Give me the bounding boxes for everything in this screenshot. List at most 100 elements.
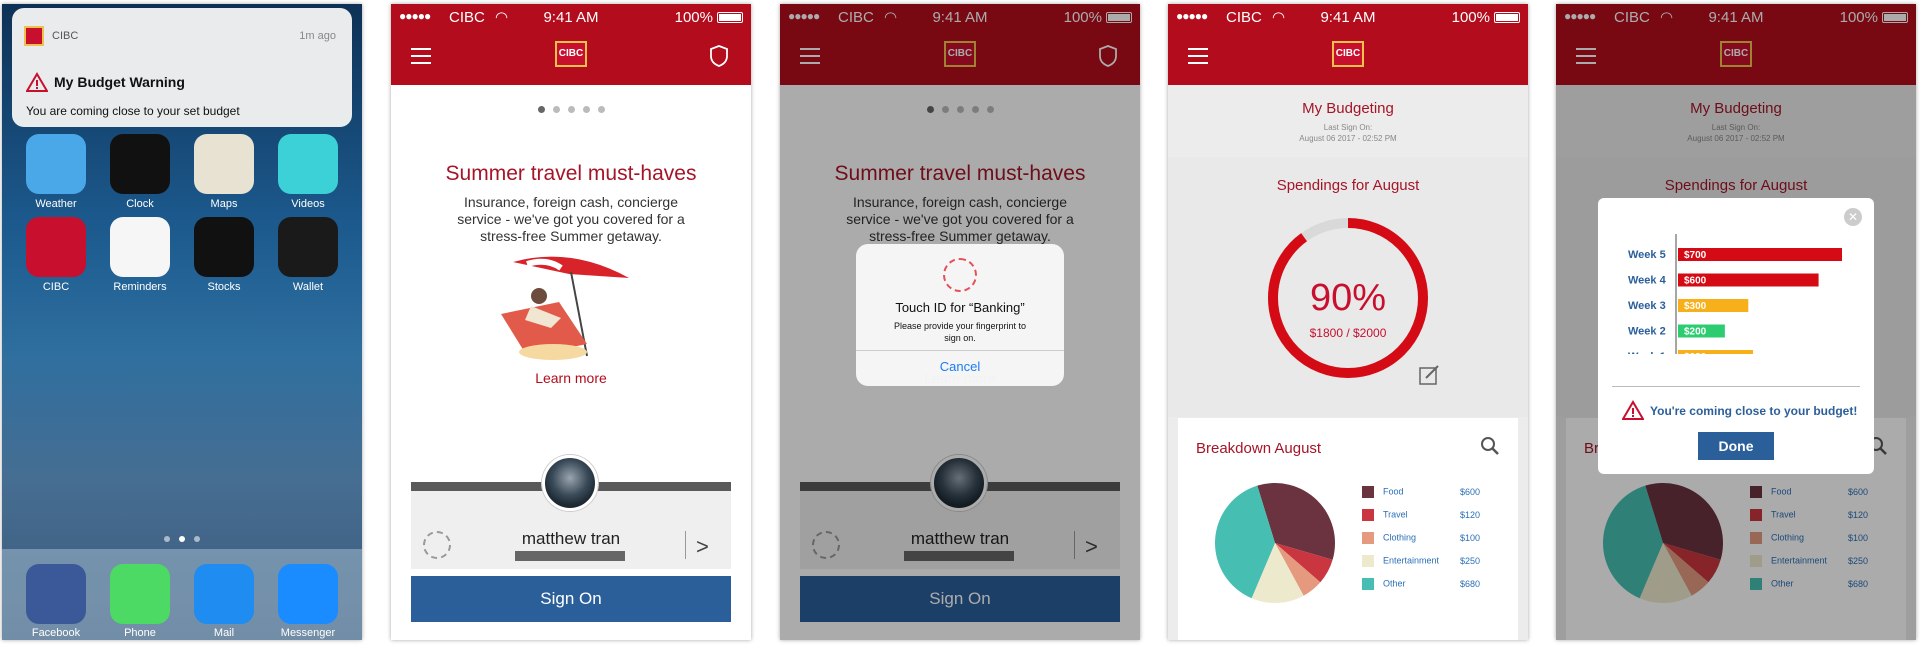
- menu-icon[interactable]: [411, 48, 431, 64]
- beach-illustration: [501, 256, 629, 360]
- spend-percent: 90%: [1309, 277, 1387, 319]
- edit-icon[interactable]: [1418, 364, 1440, 386]
- last-sign-on: Last Sign On: August 06 2017 - 02:52 PM: [1299, 123, 1397, 143]
- legend-swatch: [1362, 555, 1374, 567]
- spend-ratio: $1800 / $2000: [1309, 326, 1387, 340]
- facebook-icon[interactable]: [26, 564, 86, 624]
- close-icon[interactable]: ✕: [1844, 208, 1862, 226]
- dock-label: Facebook: [31, 627, 81, 639]
- legend-value: $120: [1460, 510, 1481, 520]
- cancel-button[interactable]: Cancel: [856, 350, 1064, 386]
- legend-value: $100: [1460, 533, 1481, 543]
- fingerprint-icon[interactable]: [423, 531, 451, 559]
- wallet-icon[interactable]: [278, 217, 338, 277]
- legend-value: $600: [1460, 487, 1481, 497]
- weekly-bar-chart: Week 5 $700 Week 4 $600 Week 3 $300 Week 2 $200…: [1628, 234, 1842, 354]
- legend-value: $680: [1460, 579, 1481, 589]
- notification-body: You are coming close to your set budget: [26, 104, 240, 118]
- status-bar: ●●●●● CIBC ◠ 9:41 AM 100%: [1168, 4, 1528, 30]
- fingerprint-icon: [943, 258, 977, 292]
- warning-icon: [26, 72, 48, 92]
- reminders-icon[interactable]: [110, 217, 170, 277]
- legend-swatch: [1362, 509, 1374, 521]
- bar-category-label: Week 4: [1628, 275, 1667, 287]
- legend-value: $250: [1460, 556, 1481, 566]
- bar-value-label: $300: [1684, 301, 1707, 312]
- legend-item: Clothing: [1362, 532, 1416, 544]
- login-screen: CIBC ●●●●● CIBC ◠ 9:41 AM 100% Summer tr…: [391, 4, 751, 640]
- notification-time: 1m ago: [299, 30, 336, 42]
- stocks-icon[interactable]: [194, 217, 254, 277]
- page-dot: [164, 536, 170, 542]
- bar-value-label: $700: [1684, 250, 1707, 261]
- bar-category-label: Week 1: [1628, 351, 1666, 354]
- cibc-logo: CIBC: [555, 41, 587, 67]
- touch-id-screen: CIBC ●●●●● CIBC ◠ 9:41 AM 100% Summer tr…: [780, 4, 1140, 640]
- legend-label: Entertainment: [1383, 555, 1440, 566]
- bar-value-label: $600: [1684, 276, 1707, 287]
- legend-swatch: [1362, 532, 1374, 544]
- bar-category-label: Week 3: [1628, 300, 1666, 312]
- breakdown-title: Breakdown August: [1196, 440, 1322, 457]
- budget-screen: CIBC ●●●●● CIBC ◠ 9:41 AM 100% My Budget…: [1168, 4, 1528, 640]
- menu-icon[interactable]: [1188, 48, 1208, 64]
- legend-label: Food: [1383, 486, 1404, 497]
- search-icon[interactable]: [1480, 436, 1500, 456]
- maps-icon[interactable]: [194, 134, 254, 194]
- shield-icon[interactable]: [709, 44, 729, 68]
- app-label: Reminders: [113, 281, 167, 293]
- notification-title: My Budget Warning: [54, 74, 185, 90]
- cibc-logo-icon: [24, 26, 44, 46]
- spendings-title: Spendings for August: [1276, 177, 1420, 194]
- warning-icon: [1622, 400, 1644, 420]
- touch-id-dialog: Touch ID for “Banking” Please provide yo…: [856, 244, 1064, 386]
- sign-on-button[interactable]: Sign On: [411, 576, 731, 622]
- status-bar: ●●●●● CIBC ◠ 9:41 AM 100%: [391, 4, 751, 30]
- legend-item: Other: [1362, 578, 1406, 590]
- dock-label: Messenger: [280, 627, 336, 639]
- chevron-right-icon[interactable]: >: [696, 534, 709, 560]
- done-button[interactable]: Done: [1698, 432, 1774, 460]
- mail-icon[interactable]: [194, 564, 254, 624]
- legend-swatch: [1362, 486, 1374, 498]
- touch-id-title: Touch ID for “Banking”: [895, 300, 1025, 315]
- messenger-icon[interactable]: [278, 564, 338, 624]
- app-label: Videos: [291, 198, 325, 210]
- legend-label: Clothing: [1383, 532, 1417, 543]
- promo-pager[interactable]: [391, 100, 751, 118]
- app-label: Maps: [210, 198, 238, 210]
- bar-category-label: Week 5: [1628, 249, 1666, 261]
- battery-icon: [1494, 12, 1520, 23]
- budget-warning-screen: CIBC ●●●●● CIBC ◠ 9:41 AM 100% My Budget…: [1556, 4, 1916, 640]
- page-dot-active: [179, 536, 185, 542]
- weather-icon[interactable]: [26, 134, 86, 194]
- dock-label: Mail: [213, 627, 235, 639]
- warning-message: You're coming close to your budget!: [1650, 404, 1858, 418]
- legend-item: Entertainment: [1362, 555, 1439, 567]
- budget-title: My Budgeting: [1302, 100, 1394, 117]
- touch-id-body: Please provide your fingerprint to sign …: [893, 321, 1027, 343]
- username: matthew tran: [521, 529, 621, 548]
- budget-warning-modal: ✕ Week 5 $700 Week 4 $600 Week 3 $300 Week 2 $2…: [1598, 198, 1874, 474]
- app-label: Wallet: [292, 281, 324, 293]
- videos-icon[interactable]: [278, 134, 338, 194]
- battery-percent: 100%: [674, 9, 713, 26]
- notification-app: CIBC: [52, 30, 79, 42]
- breakdown-pie-chart: [1215, 483, 1335, 603]
- avatar: [542, 455, 598, 511]
- cibc-logo: CIBC: [1332, 41, 1364, 67]
- battery-percent: 100%: [1451, 9, 1490, 26]
- battery-icon: [717, 12, 743, 23]
- app-label: Weather: [35, 198, 77, 210]
- phone-icon[interactable]: [110, 564, 170, 624]
- legend-swatch: [1362, 578, 1374, 590]
- budget-notification[interactable]: CIBC 1m ago My Budget Warning You are co…: [12, 8, 352, 127]
- cibc-app-icon[interactable]: [26, 217, 86, 277]
- app-label: CIBC: [42, 281, 70, 293]
- breakdown-card: Breakdown August Food $600 Travel $120 Cloth…: [1178, 418, 1518, 640]
- promo-title: Summer travel must-haves: [445, 162, 697, 185]
- bar-value-label: $320: [1684, 352, 1707, 354]
- clock-icon[interactable]: [110, 134, 170, 194]
- learn-more-link[interactable]: Learn more: [391, 370, 751, 386]
- legend-item: Food: [1362, 486, 1404, 498]
